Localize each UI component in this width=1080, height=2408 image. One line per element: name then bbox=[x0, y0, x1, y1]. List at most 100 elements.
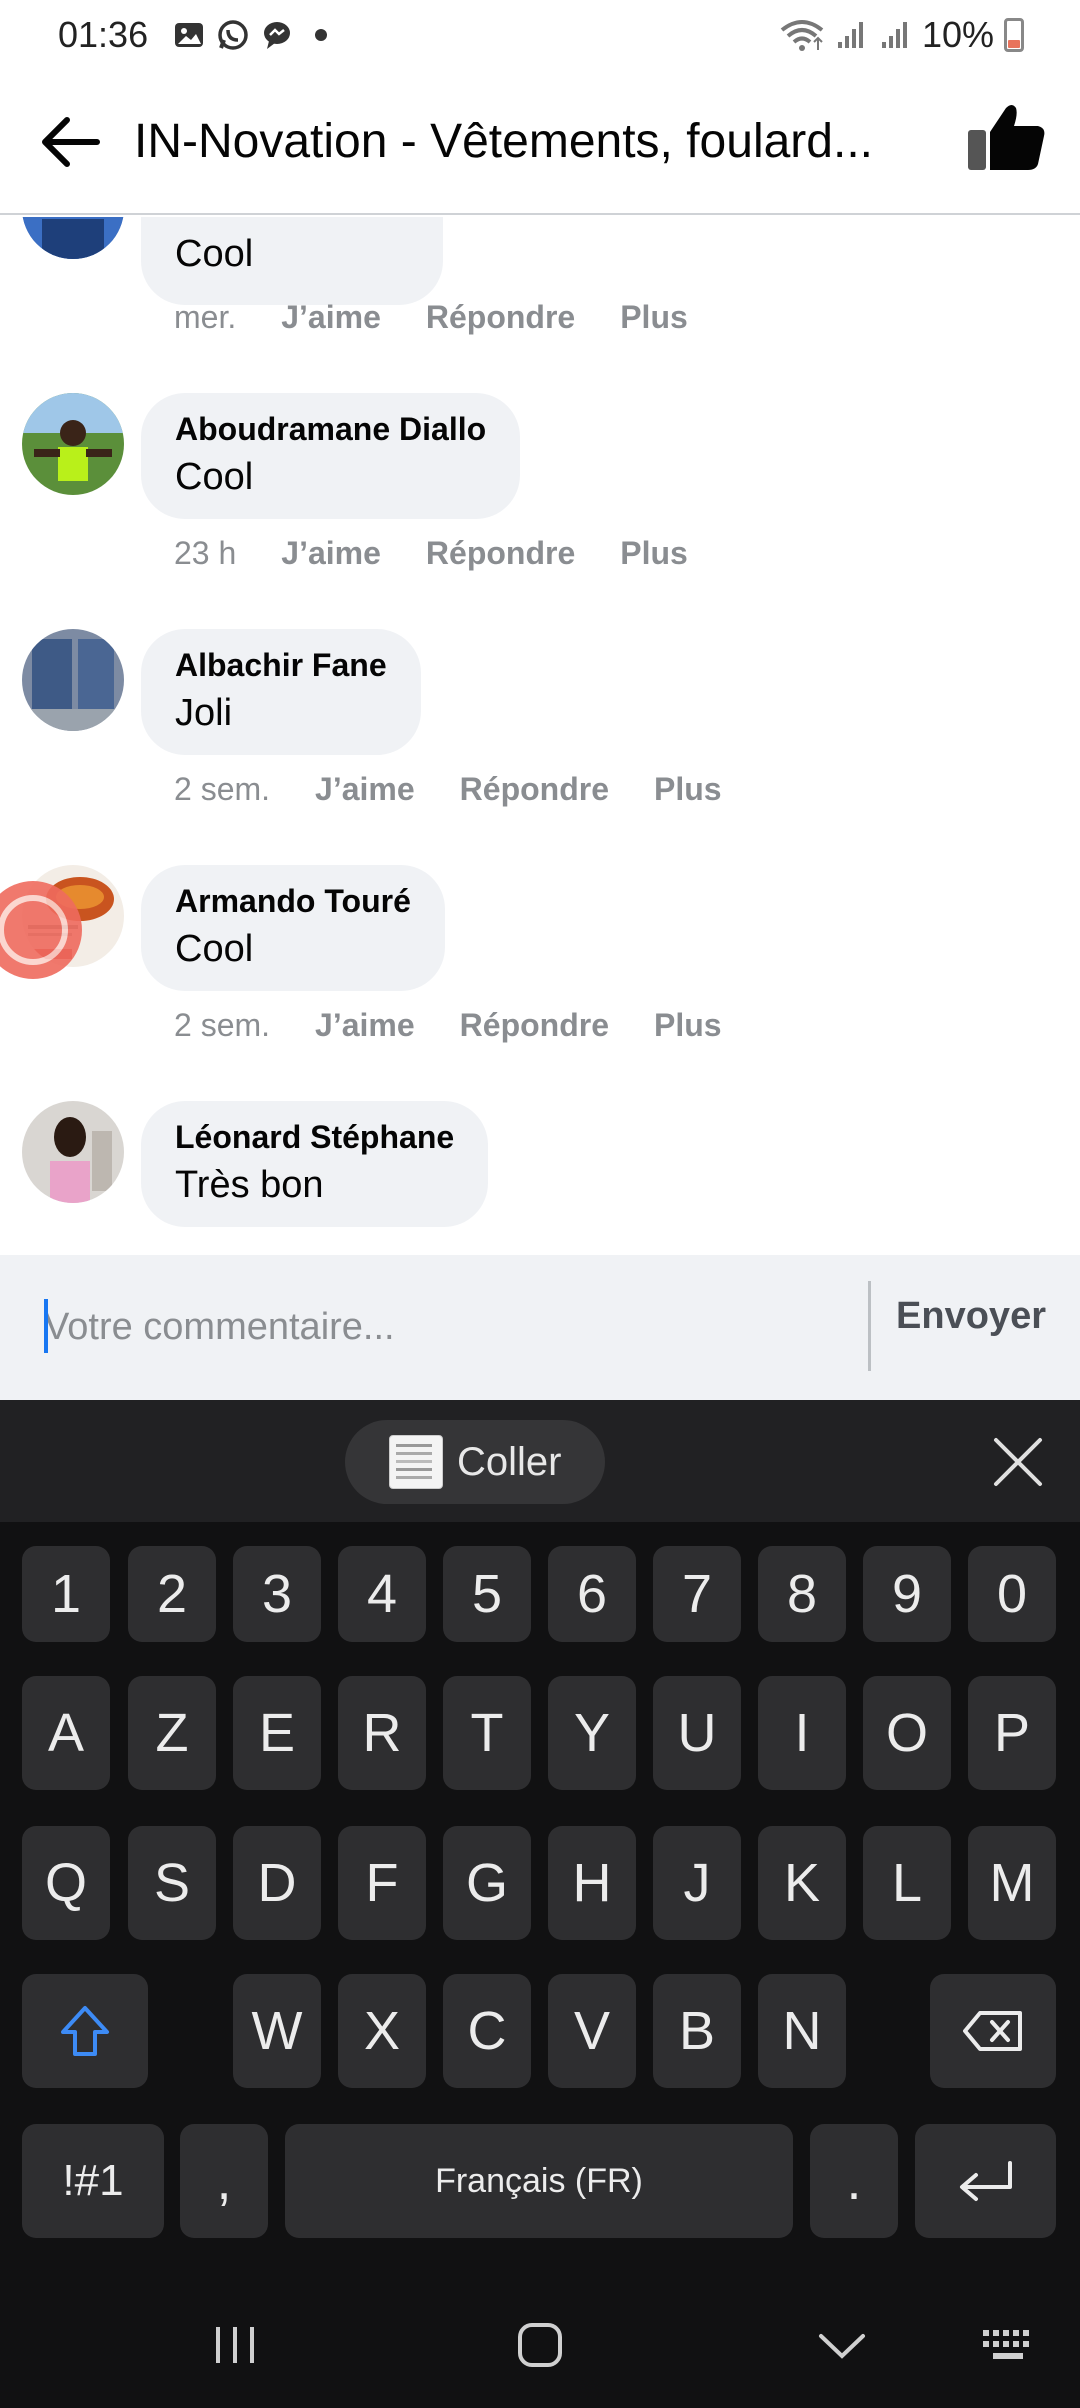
comment-author[interactable]: Aboudramane Diallo bbox=[175, 411, 486, 448]
key-s[interactable]: S bbox=[128, 1826, 216, 1940]
text-cursor bbox=[44, 1299, 48, 1353]
backspace-icon bbox=[963, 2011, 1022, 2051]
reply-link[interactable]: Répondre bbox=[426, 299, 575, 336]
key-b[interactable]: B bbox=[653, 1974, 741, 2088]
comment-bubble: Albachir Fane Joli bbox=[141, 629, 421, 755]
comment-author[interactable]: Albachir Fane bbox=[175, 647, 387, 684]
key-p[interactable]: P bbox=[968, 1676, 1056, 1790]
avatar[interactable] bbox=[22, 393, 124, 495]
comment-author[interactable]: Léonard Stéphane bbox=[175, 1119, 454, 1156]
back-button[interactable] bbox=[30, 102, 110, 182]
app-header: IN-Novation - Vêtements, foulard... bbox=[0, 70, 1080, 215]
more-link[interactable]: Plus bbox=[620, 299, 688, 336]
reply-link[interactable]: Répondre bbox=[460, 1007, 609, 1044]
key-8[interactable]: 8 bbox=[758, 1546, 846, 1642]
keyboard-icon bbox=[983, 2330, 1029, 2359]
whatsapp-icon bbox=[216, 18, 250, 52]
like-link[interactable]: J’aime bbox=[315, 1007, 415, 1044]
key-a[interactable]: A bbox=[22, 1676, 110, 1790]
comment-composer: Envoyer bbox=[0, 1255, 1080, 1400]
key-9[interactable]: 9 bbox=[863, 1546, 951, 1642]
key-k[interactable]: K bbox=[758, 1826, 846, 1940]
key-2[interactable]: 2 bbox=[128, 1546, 216, 1642]
key-c[interactable]: C bbox=[443, 1974, 531, 2088]
clipboard-thumbnail bbox=[389, 1435, 443, 1489]
key-j[interactable]: J bbox=[653, 1826, 741, 1940]
comment-text: Cool bbox=[175, 928, 254, 970]
key-i[interactable]: I bbox=[758, 1676, 846, 1790]
reply-link[interactable]: Répondre bbox=[426, 535, 575, 572]
keyboard: Coller 1 2 3 4 5 6 7 8 9 0 A Z E R T Y U… bbox=[0, 1400, 1080, 2408]
key-4[interactable]: 4 bbox=[338, 1546, 426, 1642]
keyboard-toolbar: Coller bbox=[0, 1400, 1080, 1522]
more-link[interactable]: Plus bbox=[654, 1007, 722, 1044]
thumbs-up-icon bbox=[968, 105, 1045, 170]
symbols-key[interactable]: !#1 bbox=[22, 2124, 164, 2238]
key-y[interactable]: Y bbox=[548, 1676, 636, 1790]
key-z[interactable]: Z bbox=[128, 1676, 216, 1790]
keyboard-switch-button[interactable] bbox=[980, 2320, 1038, 2370]
send-button[interactable]: Envoyer bbox=[896, 1295, 1046, 1338]
close-icon[interactable] bbox=[990, 1434, 1046, 1490]
comment-text: Cool bbox=[175, 456, 254, 498]
key-n[interactable]: N bbox=[758, 1974, 846, 2088]
avatar[interactable] bbox=[22, 1101, 124, 1203]
space-key[interactable]: Français (FR) bbox=[285, 2124, 793, 2238]
key-t[interactable]: T bbox=[443, 1676, 531, 1790]
comment-actions: 2 sem. J’aime Répondre Plus bbox=[174, 1007, 722, 1044]
key-r[interactable]: R bbox=[338, 1676, 426, 1790]
comment-bubble: Léonard Stéphane Très bon bbox=[141, 1101, 489, 1227]
comment-actions: mer. J’aime Répondre Plus bbox=[174, 299, 688, 336]
key-f[interactable]: F bbox=[338, 1826, 426, 1940]
more-link[interactable]: Plus bbox=[654, 771, 722, 808]
comment-text: Joli bbox=[175, 692, 233, 734]
reply-link[interactable]: Répondre bbox=[460, 771, 609, 808]
key-7[interactable]: 7 bbox=[653, 1546, 741, 1642]
home-button[interactable] bbox=[514, 2320, 566, 2370]
enter-key[interactable] bbox=[915, 2124, 1056, 2238]
key-u[interactable]: U bbox=[653, 1676, 741, 1790]
avatar[interactable] bbox=[22, 629, 124, 731]
key-g[interactable]: G bbox=[443, 1826, 531, 1940]
comment-text: Cool bbox=[175, 233, 254, 275]
comma-key[interactable]: , bbox=[180, 2124, 268, 2238]
backspace-key[interactable] bbox=[930, 1974, 1056, 2088]
header-like-button[interactable] bbox=[966, 102, 1046, 182]
paste-button[interactable]: Coller bbox=[345, 1420, 605, 1504]
period-key[interactable]: . bbox=[810, 2124, 898, 2238]
key-l[interactable]: L bbox=[863, 1826, 951, 1940]
hide-keyboard-button[interactable] bbox=[816, 2320, 868, 2370]
avatar[interactable] bbox=[22, 217, 124, 259]
notification-icons bbox=[172, 18, 338, 52]
key-x[interactable]: X bbox=[338, 1974, 426, 2088]
key-h[interactable]: H bbox=[548, 1826, 636, 1940]
comment-time: mer. bbox=[174, 299, 237, 335]
key-1[interactable]: 1 bbox=[22, 1546, 110, 1642]
like-link[interactable]: J’aime bbox=[281, 535, 381, 572]
shift-key[interactable] bbox=[22, 1974, 148, 2088]
key-o[interactable]: O bbox=[863, 1676, 951, 1790]
comment-bubble: Armando Touré Cool bbox=[141, 865, 445, 991]
key-0[interactable]: 0 bbox=[968, 1546, 1056, 1642]
key-v[interactable]: V bbox=[548, 1974, 636, 2088]
recent-apps-icon bbox=[216, 2327, 254, 2363]
key-6[interactable]: 6 bbox=[548, 1546, 636, 1642]
like-link[interactable]: J’aime bbox=[315, 771, 415, 808]
key-w[interactable]: W bbox=[233, 1974, 321, 2088]
key-d[interactable]: D bbox=[233, 1826, 321, 1940]
comment-actions: 2 sem. J’aime Répondre Plus bbox=[174, 771, 722, 808]
key-e[interactable]: E bbox=[233, 1676, 321, 1790]
key-m[interactable]: M bbox=[968, 1826, 1056, 1940]
more-link[interactable]: Plus bbox=[620, 535, 688, 572]
key-q[interactable]: Q bbox=[22, 1826, 110, 1940]
like-link[interactable]: J’aime bbox=[281, 299, 381, 336]
comment-input[interactable] bbox=[44, 1285, 864, 1369]
recent-apps-button[interactable] bbox=[210, 2320, 260, 2370]
battery-icon bbox=[1004, 18, 1024, 52]
battery-percent: 10% bbox=[921, 14, 994, 55]
key-3[interactable]: 3 bbox=[233, 1546, 321, 1642]
comment-time: 2 sem. bbox=[174, 1007, 271, 1043]
key-5[interactable]: 5 bbox=[443, 1546, 531, 1642]
comment-author[interactable]: Armando Touré bbox=[175, 883, 411, 920]
comment-time: 2 sem. bbox=[174, 771, 271, 807]
